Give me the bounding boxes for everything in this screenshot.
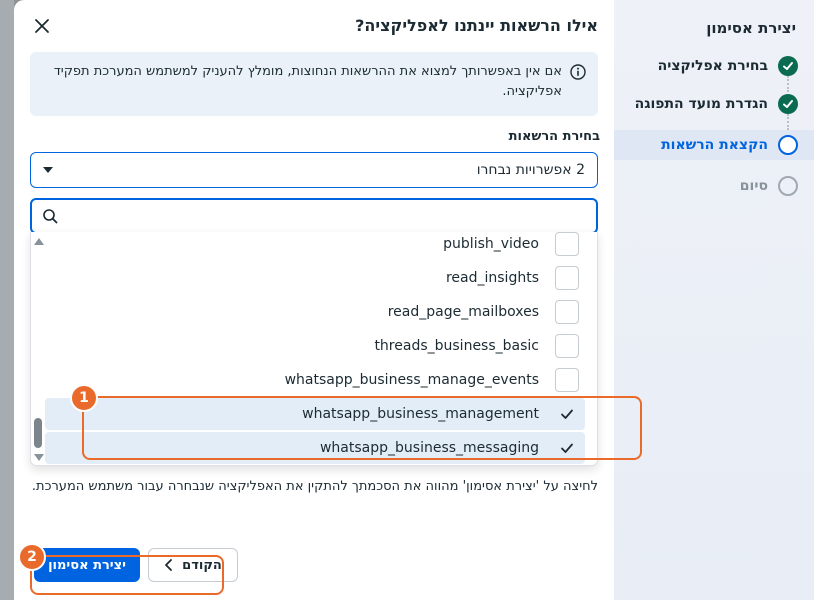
pending-step-circle-icon — [778, 176, 798, 196]
checkbox[interactable] — [555, 266, 579, 290]
dialog-main: אילו הרשאות יינתנו לאפליקציה? אם אין באפ… — [14, 0, 614, 600]
list-item[interactable]: publish_video — [45, 232, 585, 260]
create-token-dialog: יצירת אסימון בחירת אפליקציה הגדרת מועד ה… — [14, 0, 814, 600]
callout-badge-1: 1 — [70, 384, 98, 412]
checkbox[interactable] — [555, 368, 579, 392]
permissions-dropdown-list[interactable]: publish_video read_insights read_page_ma… — [30, 232, 598, 466]
step-choose-app: בחירת אפליקציה — [630, 54, 798, 92]
create-button-label: יצירת אסימון — [48, 557, 126, 573]
list-item[interactable]: read_page_mailboxes — [45, 296, 585, 328]
back-button[interactable]: הקודם — [148, 548, 238, 582]
option-label: whatsapp_business_management — [302, 406, 539, 422]
checkmark-icon — [561, 409, 573, 419]
steps-sidebar: יצירת אסימון בחירת אפליקציה הגדרת מועד ה… — [614, 0, 814, 600]
background-strip — [0, 0, 14, 600]
step-finish: סיום — [630, 174, 798, 198]
checkbox[interactable] — [555, 402, 579, 426]
option-label: publish_video — [443, 236, 539, 252]
select-value: 2 אפשרויות נבחרו — [476, 162, 585, 178]
step-expiration: הגדרת מועד התפוגה — [630, 92, 798, 130]
checkbox[interactable] — [555, 334, 579, 358]
info-icon — [570, 64, 586, 80]
permissions-select[interactable]: 2 אפשרויות נבחרו — [30, 152, 598, 188]
list-item[interactable]: whatsapp_business_manage_events — [45, 364, 585, 396]
step-label: הקצאת הרשאות — [661, 137, 768, 153]
dialog-title: אילו הרשאות יינתנו לאפליקציה? — [355, 16, 598, 35]
search-input[interactable] — [58, 208, 586, 224]
list-item[interactable]: threads_business_basic — [45, 330, 585, 362]
callout-number: 2 — [27, 549, 37, 565]
step-label: הגדרת מועד התפוגה — [634, 96, 768, 112]
scroll-down-arrow-icon[interactable] — [34, 454, 44, 461]
search-icon — [43, 209, 58, 224]
option-label: read_insights — [445, 270, 539, 286]
scrollbar-thumb[interactable] — [34, 418, 42, 448]
list-item-selected[interactable]: whatsapp_business_management — [45, 398, 585, 430]
permissions-label: בחירת הרשאות — [508, 129, 600, 144]
option-label: threads_business_basic — [374, 338, 539, 354]
step-label: סיום — [739, 178, 768, 194]
close-icon — [35, 19, 49, 33]
create-token-button[interactable]: יצירת אסימון — [34, 548, 140, 582]
chevron-left-icon — [165, 559, 173, 571]
option-label: whatsapp_business_messaging — [319, 440, 539, 456]
step-connector — [787, 76, 789, 92]
list-scrollbar[interactable] — [31, 232, 45, 465]
current-step-circle-icon — [778, 135, 798, 155]
callout-number: 1 — [79, 390, 89, 406]
back-button-label: הקודם — [182, 557, 222, 573]
close-button[interactable] — [30, 14, 54, 38]
info-banner: אם אין באפשרותך למצוא את ההרשאות הנחוצות… — [30, 52, 598, 116]
step-assign-permissions: הקצאת הרשאות — [614, 130, 814, 160]
checkbox[interactable] — [555, 436, 579, 460]
option-label: read_page_mailboxes — [387, 304, 539, 320]
checkmark-icon — [561, 443, 573, 453]
callout-badge-2: 2 — [18, 543, 46, 571]
sidebar-title: יצירת אסימון — [706, 19, 796, 37]
permissions-search — [30, 198, 598, 234]
list-item-selected[interactable]: whatsapp_business_messaging — [45, 432, 585, 464]
option-label: whatsapp_business_manage_events — [284, 372, 539, 388]
check-circle-icon — [778, 94, 798, 114]
scroll-up-arrow-icon[interactable] — [34, 238, 44, 245]
checkbox[interactable] — [555, 300, 579, 324]
list-item[interactable]: read_insights — [45, 262, 585, 294]
checkbox[interactable] — [555, 232, 579, 256]
consent-text: לחיצה על 'יצירת אסימון' מהווה את הסכמתך … — [31, 479, 598, 494]
info-text: אם אין באפשרותך למצוא את ההרשאות הנחוצות… — [53, 64, 562, 99]
check-circle-icon — [778, 56, 798, 76]
caret-down-icon — [43, 167, 53, 173]
step-label: בחירת אפליקציה — [657, 58, 768, 74]
step-connector — [787, 114, 789, 130]
